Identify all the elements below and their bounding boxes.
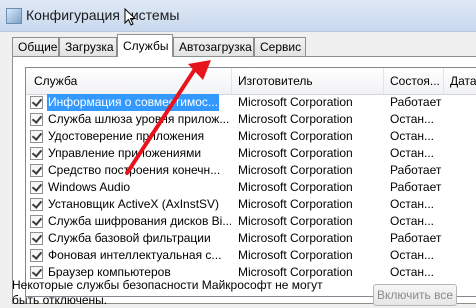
status-cell: Остан...: [390, 146, 434, 160]
service-name: Windows Audio: [48, 180, 131, 194]
enable-all-button[interactable]: Включить все: [373, 284, 457, 306]
status-cell: Остан...: [390, 197, 434, 211]
mouse-cursor-icon: [124, 8, 136, 26]
manufacturer-cell: Microsoft Corporation: [238, 180, 353, 194]
service-name: Служба шлюза уровня прилож...: [48, 112, 230, 126]
tab-boot[interactable]: Загрузка: [59, 37, 117, 56]
table-row[interactable]: Windows Audio Microsoft Corporation Работа…: [26, 179, 476, 196]
status-cell: Работает: [390, 163, 442, 177]
service-name-cell[interactable]: Служба базовой фильтрации: [26, 230, 231, 247]
service-checkbox[interactable]: [30, 215, 43, 228]
table-row[interactable]: Служба базовой фильтрации Microsoft Corpo…: [26, 230, 476, 247]
tab-startup[interactable]: Автозагрузка: [173, 37, 254, 56]
service-checkbox[interactable]: [30, 181, 43, 194]
table-row[interactable]: Фоновая интеллектуальная с... Microsoft C…: [26, 247, 476, 264]
table-row[interactable]: Служба шифрования дисков Bi... Microsoft …: [26, 213, 476, 230]
status-cell: Работает: [390, 95, 442, 109]
manufacturer-cell: Microsoft Corporation: [238, 197, 353, 211]
column-header-date-disabled[interactable]: Дата от: [444, 68, 476, 94]
status-cell: Остан...: [390, 112, 434, 126]
service-name-cell[interactable]: Удостоверение приложения: [26, 128, 231, 145]
table-row[interactable]: Служба шлюза уровня прилож... Microsoft C…: [26, 111, 476, 128]
status-cell: Работает: [390, 180, 442, 194]
app-icon: [6, 8, 22, 24]
service-checkbox[interactable]: [30, 130, 43, 143]
service-checkbox[interactable]: [30, 164, 43, 177]
services-panel: Служба Изготовитель Состоя... Дата от Ин…: [12, 56, 476, 304]
status-cell: Остан...: [390, 129, 434, 143]
window-title: Конфигурация системы: [26, 7, 180, 23]
service-checkbox[interactable]: [30, 113, 43, 126]
status-cell: Остан...: [390, 214, 434, 228]
service-checkbox[interactable]: [30, 198, 43, 211]
service-checkbox[interactable]: [30, 147, 43, 160]
column-header-manufacturer[interactable]: Изготовитель: [232, 68, 384, 94]
tab-services[interactable]: Службы: [117, 34, 173, 57]
service-name: Установщик ActiveX (AxInstSV): [48, 197, 220, 211]
column-header-status[interactable]: Состоя...: [384, 68, 444, 94]
list-header: Служба Изготовитель Состоя... Дата от: [26, 68, 476, 95]
manufacturer-cell: Microsoft Corporation: [238, 95, 353, 109]
service-name: Фоновая интеллектуальная с...: [48, 248, 222, 262]
service-checkbox[interactable]: [30, 249, 43, 262]
status-cell: Остан...: [390, 265, 434, 279]
title-bar: Конфигурация системы: [0, 0, 476, 32]
service-name: Информация о совместимос...: [47, 94, 219, 111]
service-name-cell[interactable]: Фоновая интеллектуальная с...: [26, 247, 231, 264]
service-name-cell[interactable]: Установщик ActiveX (AxInstSV): [26, 196, 231, 213]
status-cell: Остан...: [390, 248, 434, 262]
services-list[interactable]: Служба Изготовитель Состоя... Дата от Ин…: [25, 67, 476, 297]
column-header-service[interactable]: Служба: [26, 68, 232, 94]
service-name-cell[interactable]: Информация о совместимос...: [26, 94, 231, 111]
service-name-cell[interactable]: Управление приложениями: [26, 145, 231, 162]
manufacturer-cell: Microsoft Corporation: [238, 248, 353, 262]
service-name: Служба базовой фильтрации: [48, 231, 211, 245]
table-row[interactable]: Средство построения конечн... Microsoft C…: [26, 162, 476, 179]
manufacturer-cell: Microsoft Corporation: [238, 112, 353, 126]
service-name: Удостоверение приложения: [48, 129, 205, 143]
service-checkbox[interactable]: [30, 232, 43, 245]
table-row[interactable]: Установщик ActiveX (AxInstSV) Microsoft C…: [26, 196, 476, 213]
tab-general[interactable]: Общие: [12, 37, 59, 56]
service-checkbox[interactable]: [30, 96, 43, 109]
tab-tools[interactable]: Сервис: [254, 37, 306, 56]
table-row[interactable]: Удостоверение приложения Microsoft Corpor…: [26, 128, 476, 145]
service-name: Служба шифрования дисков Bi...: [48, 214, 231, 228]
manufacturer-cell: Microsoft Corporation: [238, 146, 353, 160]
service-name: Средство построения конечн...: [48, 163, 221, 177]
manufacturer-cell: Microsoft Corporation: [238, 129, 353, 143]
manufacturer-cell: Microsoft Corporation: [238, 163, 353, 177]
service-name-cell[interactable]: Служба шлюза уровня прилож...: [26, 111, 231, 128]
status-cell: Работает: [390, 231, 442, 245]
manufacturer-cell: Microsoft Corporation: [238, 214, 353, 228]
table-row[interactable]: Информация о совместимос... Microsoft Cor…: [26, 94, 476, 111]
service-name-cell[interactable]: Средство построения конечн...: [26, 162, 231, 179]
manufacturer-cell: Microsoft Corporation: [238, 231, 353, 245]
service-name-cell[interactable]: Служба шифрования дисков Bi...: [26, 213, 231, 230]
table-row[interactable]: Управление приложениями Microsoft Corpora…: [26, 145, 476, 162]
list-rows: Информация о совместимос... Microsoft Cor…: [26, 94, 476, 281]
service-name-cell[interactable]: Windows Audio: [26, 179, 231, 196]
service-name: Управление приложениями: [48, 146, 202, 160]
